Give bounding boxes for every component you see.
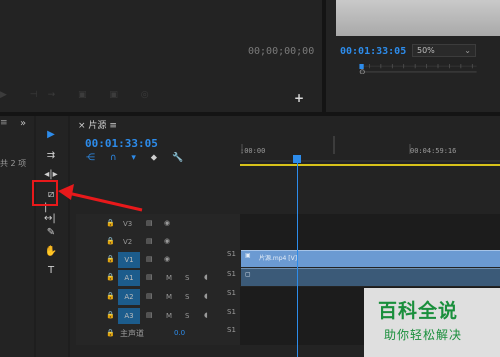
eye-icon[interactable]: ◉ <box>164 237 170 245</box>
wrench-icon[interactable]: 🔧 <box>172 153 183 163</box>
timeline-header-controls: ⋲ ∩ ▾ ⬥ 🔧 <box>86 153 195 163</box>
slip-tool-icon[interactable]: |↔| <box>44 202 58 224</box>
master-track-label: 主声道 <box>120 329 144 338</box>
program-mini-ruler[interactable] <box>336 64 500 74</box>
tab-menu-icon[interactable]: ≡ <box>109 121 117 131</box>
track-target-a3[interactable]: A3 <box>118 308 140 324</box>
zoom-value: 50% <box>417 46 435 55</box>
linked-selection-icon[interactable]: ∩ <box>110 153 117 163</box>
marker-icon[interactable]: ⬥ <box>151 153 157 163</box>
track-marker-s1: S1 <box>227 270 236 278</box>
source-timecode[interactable]: 00;00;00;00 <box>248 46 314 57</box>
ruler-start-label: :00:00 <box>240 147 266 155</box>
solo-button[interactable]: S <box>185 312 189 320</box>
track-header-v2 <box>76 232 240 252</box>
lock-icon[interactable]: 🔒 <box>106 237 115 245</box>
film-icon[interactable]: ▤ <box>146 273 153 281</box>
solo-button[interactable]: S <box>185 274 189 282</box>
timeline-tab[interactable]: × 片源 ≡ <box>78 118 117 131</box>
source-transport-controls[interactable]: ▶ ⊣→ ▣ ▣ ◎ <box>0 90 159 100</box>
audio-clip-fx-badge: ▢ <box>245 271 251 278</box>
lock-icon[interactable]: 🔒 <box>106 292 115 300</box>
timeline-title: 片源 <box>88 121 107 131</box>
ripple-edit-tool-icon[interactable]: ◂|▸ <box>44 167 58 181</box>
audio-clip[interactable]: ▢ <box>241 268 500 286</box>
add-button[interactable]: + <box>294 91 304 105</box>
project-panel <box>0 116 34 357</box>
track-name-v2: V2 <box>123 238 133 246</box>
timeline-ruler[interactable] <box>240 132 500 166</box>
track-lane-v3[interactable] <box>240 214 500 234</box>
track-target-a2[interactable]: A2 <box>118 289 140 305</box>
solo-button[interactable]: S <box>185 293 189 301</box>
lock-icon[interactable]: 🔒 <box>106 273 115 281</box>
program-playhead[interactable] <box>359 64 364 69</box>
project-item-count: 共 2 项 <box>0 159 27 168</box>
track-lane-v2[interactable] <box>240 232 500 252</box>
timeline-playhead[interactable] <box>293 155 301 163</box>
video-clip[interactable]: ▣ 片源.mp4 [V] <box>241 250 500 267</box>
film-icon[interactable]: ▤ <box>146 219 153 227</box>
work-area-bar[interactable] <box>240 164 500 166</box>
pen-tool-icon[interactable]: ✎ <box>44 225 58 239</box>
film-icon[interactable]: ▤ <box>146 255 153 263</box>
lock-icon[interactable]: 🔒 <box>106 255 115 263</box>
tab-close-icon[interactable]: × <box>78 121 86 131</box>
program-timecode[interactable]: 00:01:33:05 <box>340 46 406 57</box>
lock-icon[interactable]: 🔒 <box>106 219 115 227</box>
timeline-playhead-line[interactable] <box>297 158 298 357</box>
track-header-a3 <box>76 306 240 326</box>
watermark-subtitle: 助你轻松解决 <box>384 328 463 342</box>
lock-icon[interactable]: 🔒 <box>106 311 115 319</box>
track-marker-s1: S1 <box>227 250 236 258</box>
track-marker-s1: S1 <box>227 289 236 297</box>
track-header-a2 <box>76 287 240 307</box>
video-clip-label: 片源.mp4 [V] <box>259 255 298 262</box>
mute-button[interactable]: M <box>166 274 172 282</box>
selection-tool-icon[interactable]: ▶ <box>44 127 58 141</box>
zoom-select[interactable]: 50% ⌄ <box>412 44 476 57</box>
chevron-down-icon: ⌄ <box>464 46 471 55</box>
mic-icon[interactable]: ◖ <box>204 311 208 319</box>
master-volume-value[interactable]: 0.0 <box>174 329 185 337</box>
mic-icon[interactable]: ◖ <box>204 273 208 281</box>
add-marker-icon[interactable]: ▾ <box>131 153 136 163</box>
lock-icon[interactable]: 🔒 <box>106 329 115 337</box>
watermark-title: 百科全说 <box>378 300 459 322</box>
hand-tool-icon[interactable]: ✋ <box>44 244 58 258</box>
mute-button[interactable]: M <box>166 293 172 301</box>
track-header-a1 <box>76 268 240 288</box>
timeline-timecode[interactable]: 00:01:33:05 <box>85 137 158 150</box>
panel-overflow-icon[interactable]: » <box>20 118 26 129</box>
track-marker-s1: S1 <box>227 308 236 316</box>
track-marker-s1: S1 <box>227 326 236 334</box>
film-icon[interactable]: ▤ <box>146 311 153 319</box>
mic-icon[interactable]: ◖ <box>204 292 208 300</box>
program-video-preview <box>336 0 500 36</box>
film-icon[interactable]: ▤ <box>146 237 153 245</box>
ruler-mark-label: 00:04:59:16 <box>410 147 457 155</box>
snap-icon[interactable]: ⋲ <box>86 153 95 163</box>
track-header-v3 <box>76 214 240 234</box>
eye-icon[interactable]: ◉ <box>164 255 170 263</box>
premiere-window: 00;00;00;00 00:01:33:05 50% ⌄ ▶ ⊣→ ▣ ▣ ◎… <box>0 0 500 357</box>
eye-icon[interactable]: ◉ <box>164 219 170 227</box>
track-select-tool-icon[interactable]: ⇉ <box>44 148 58 162</box>
type-tool-icon[interactable]: T <box>44 263 58 277</box>
track-target-a1[interactable]: A1 <box>118 270 140 286</box>
razor-tool-highlight <box>32 180 58 206</box>
mute-button[interactable]: M <box>166 312 172 320</box>
track-header-master <box>76 325 240 345</box>
fx-badge: ▣ <box>245 252 251 259</box>
film-icon[interactable]: ▤ <box>146 292 153 300</box>
track-name-v3: V3 <box>123 220 133 228</box>
project-menu-icon[interactable]: ≡ <box>0 118 8 128</box>
track-target-v1[interactable]: V1 <box>118 252 140 268</box>
track-header-v1 <box>76 250 240 270</box>
